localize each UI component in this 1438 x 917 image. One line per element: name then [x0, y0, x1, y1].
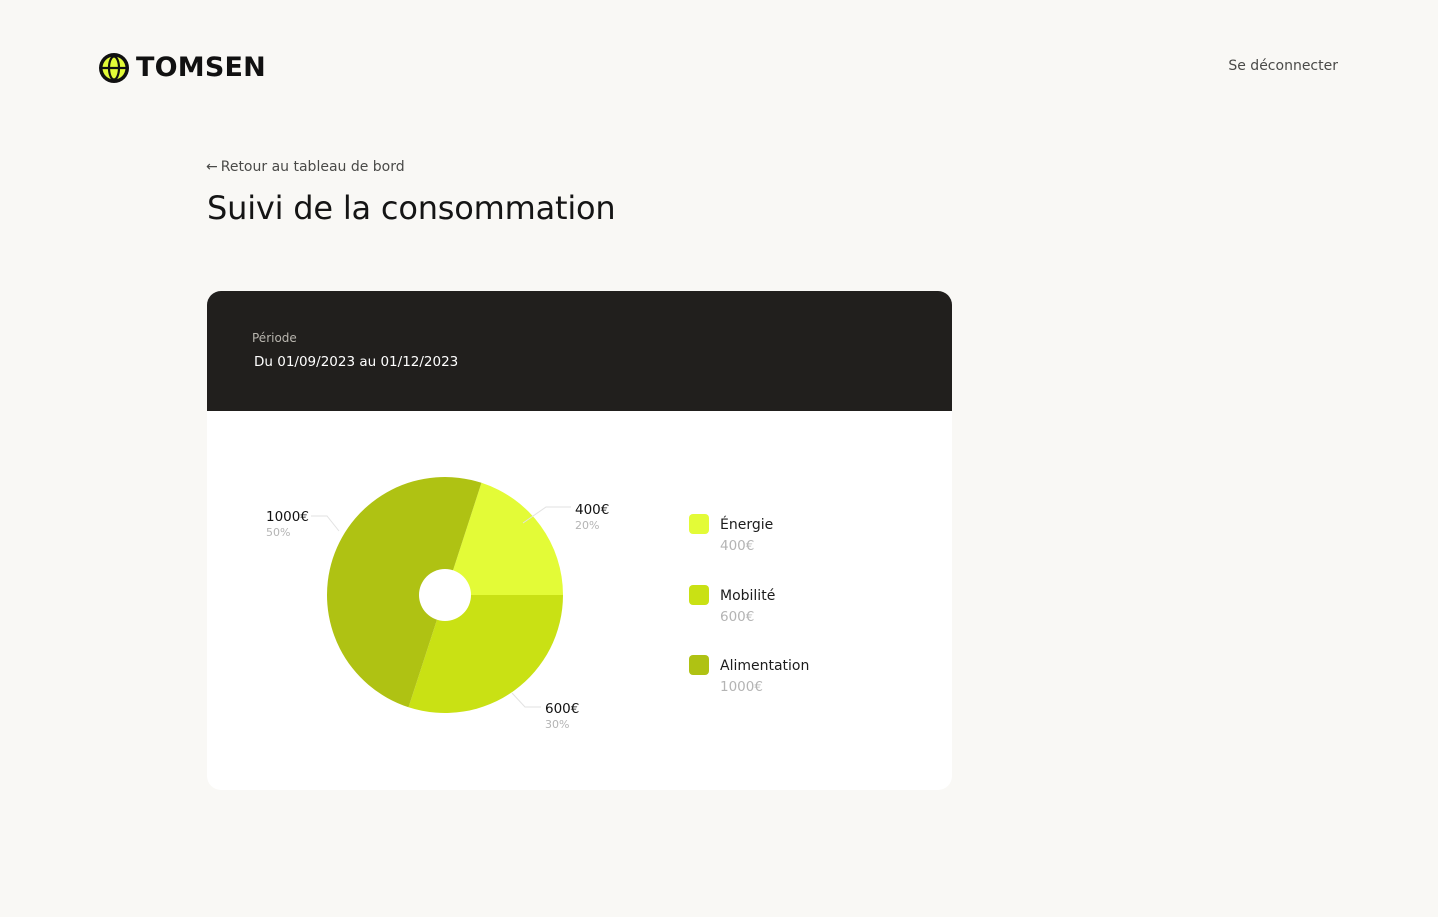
label-connector — [311, 515, 340, 532]
period-label: Période — [252, 331, 297, 345]
legend-value: 1000€ — [720, 679, 763, 695]
slice-value-label: 600€ — [545, 701, 579, 717]
legend-item-energie: Énergie 400€ — [689, 514, 889, 558]
period-selector[interactable]: Du 01/09/2023 au 01/12/2023 — [254, 353, 458, 371]
legend-label: Énergie — [720, 517, 774, 533]
brand-logo[interactable]: TOMSEN — [98, 52, 266, 84]
slice-value-label: 400€ — [575, 502, 609, 518]
donut-hole — [419, 569, 471, 621]
chart-area: 400€ 20% 600€ 30% 1000€ 50% Énergie 400€ Mobi… — [207, 411, 952, 790]
back-to-dashboard-link[interactable]: ← Retour au tableau de bord — [206, 158, 405, 176]
pie-chart: 400€20% 600€30% 1000€50% — [266, 477, 609, 731]
slice-percent-label: 50% — [266, 526, 290, 539]
slice-percent-label: 20% — [575, 519, 599, 532]
legend-swatch — [689, 655, 709, 675]
legend-item-mobilite: Mobilité 600€ — [689, 585, 889, 629]
legend-swatch — [689, 514, 709, 534]
app-header: TOMSEN Se déconnecter — [0, 0, 1438, 130]
legend-value: 600€ — [720, 609, 755, 625]
slice-percent-label: 30% — [545, 718, 569, 731]
globe-icon — [99, 53, 129, 83]
legend-label: Alimentation — [720, 658, 810, 674]
legend-item-alimentation: Alimentation 1000€ — [689, 655, 889, 699]
brand-name: TOMSEN — [136, 52, 266, 83]
legend-value: 400€ — [720, 538, 755, 554]
consumption-card: Période Du 01/09/2023 au 01/12/2023 400€… — [207, 291, 952, 790]
page-title: Suivi de la consommation — [207, 189, 616, 227]
label-connector — [511, 692, 541, 708]
legend-label: Mobilité — [720, 588, 776, 604]
slice-value-label: 1000€ — [266, 509, 309, 525]
period-header: Période Du 01/09/2023 au 01/12/2023 — [207, 291, 952, 411]
legend-swatch — [689, 585, 709, 605]
arrow-left-icon: ← — [206, 159, 218, 175]
logout-link[interactable]: Se déconnecter — [1228, 57, 1338, 75]
back-link-label: Retour au tableau de bord — [220, 159, 405, 175]
